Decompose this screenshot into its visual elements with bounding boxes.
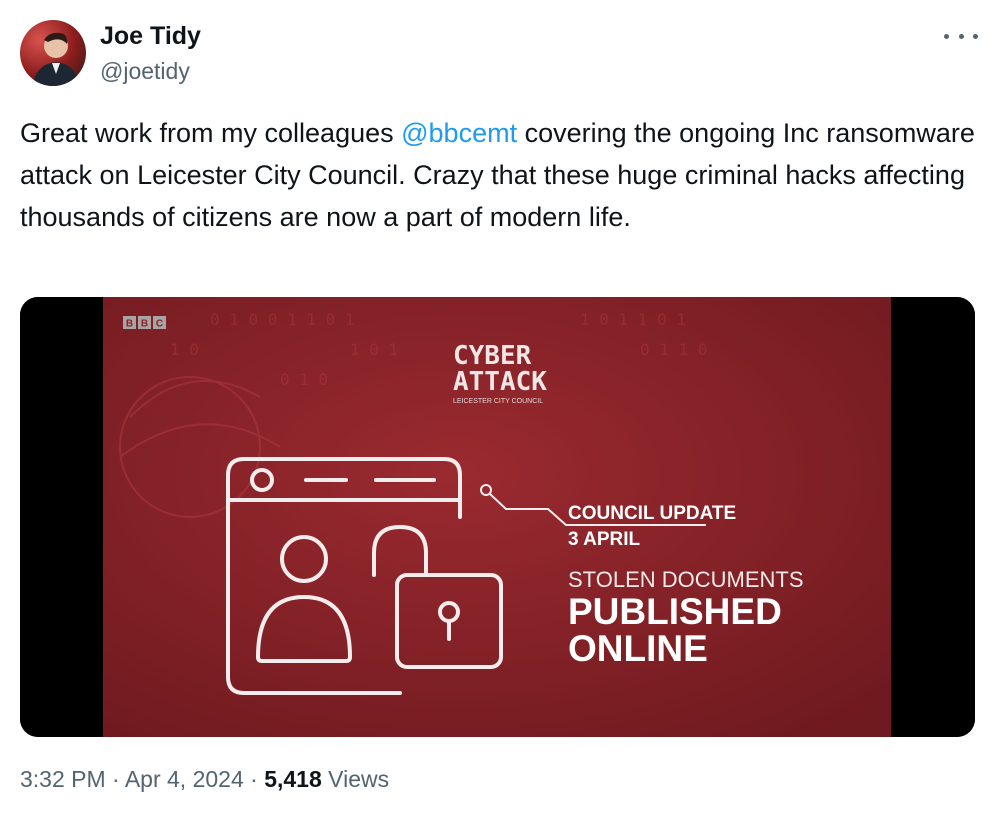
tweet-date[interactable]: Apr 4, 2024 <box>125 766 244 792</box>
update-date: 3 APRIL <box>568 529 641 550</box>
views-count[interactable]: 5,418 <box>264 766 322 792</box>
svg-text:1 0: 1 0 <box>170 340 199 359</box>
tweet-media[interactable]: 0 1 0 0 1 1 0 1 1 0 1 1 0 1 1 0 1 1 0 0 … <box>20 297 975 737</box>
avatar[interactable] <box>20 20 86 86</box>
mention-link[interactable]: @bbcemt <box>401 118 517 148</box>
council-subtitle: LEICESTER CITY COUNCIL <box>453 398 543 405</box>
tweet-meta: 3:32 PM · Apr 4, 2024 · 5,418 Views <box>20 766 389 793</box>
dot-icon <box>944 33 949 39</box>
headline-line-2: PUBLISHED <box>568 591 782 632</box>
svg-text:B: B <box>141 319 148 330</box>
dot-icon <box>958 33 964 39</box>
dot-icon <box>973 33 978 39</box>
headline-line-3: ONLINE <box>568 628 708 669</box>
meta-separator: · <box>105 766 125 792</box>
svg-text:1 0 1: 1 0 1 <box>350 340 398 359</box>
tweet-text-start: Great work from my colleagues <box>20 118 402 148</box>
svg-text:0 1 0: 0 1 0 <box>280 370 328 389</box>
svg-text:C: C <box>156 319 163 330</box>
tweet-text: Great work from my colleagues @bbcemt co… <box>20 112 975 238</box>
svg-text:0 1 0 0 1 1 0 1: 0 1 0 0 1 1 0 1 <box>210 310 355 329</box>
more-options-icon[interactable] <box>944 24 978 48</box>
bbc-logo: B B C <box>123 316 166 330</box>
council-update-label: COUNCIL UPDATE <box>568 503 736 524</box>
attack-title: ATTACK <box>453 367 547 397</box>
svg-text:1 0 1 1 0 1: 1 0 1 1 0 1 <box>580 310 686 329</box>
views-label: Views <box>321 766 390 792</box>
headline-line-1: STOLEN DOCUMENTS <box>568 567 804 592</box>
author-name[interactable]: Joe Tidy <box>100 22 201 51</box>
tweet-time[interactable]: 3:32 PM <box>20 766 106 792</box>
svg-text:B: B <box>126 319 133 330</box>
meta-separator: · <box>243 766 265 792</box>
author-handle[interactable]: @joetidy <box>100 58 190 85</box>
svg-text:0 1 1 0: 0 1 1 0 <box>640 340 707 359</box>
